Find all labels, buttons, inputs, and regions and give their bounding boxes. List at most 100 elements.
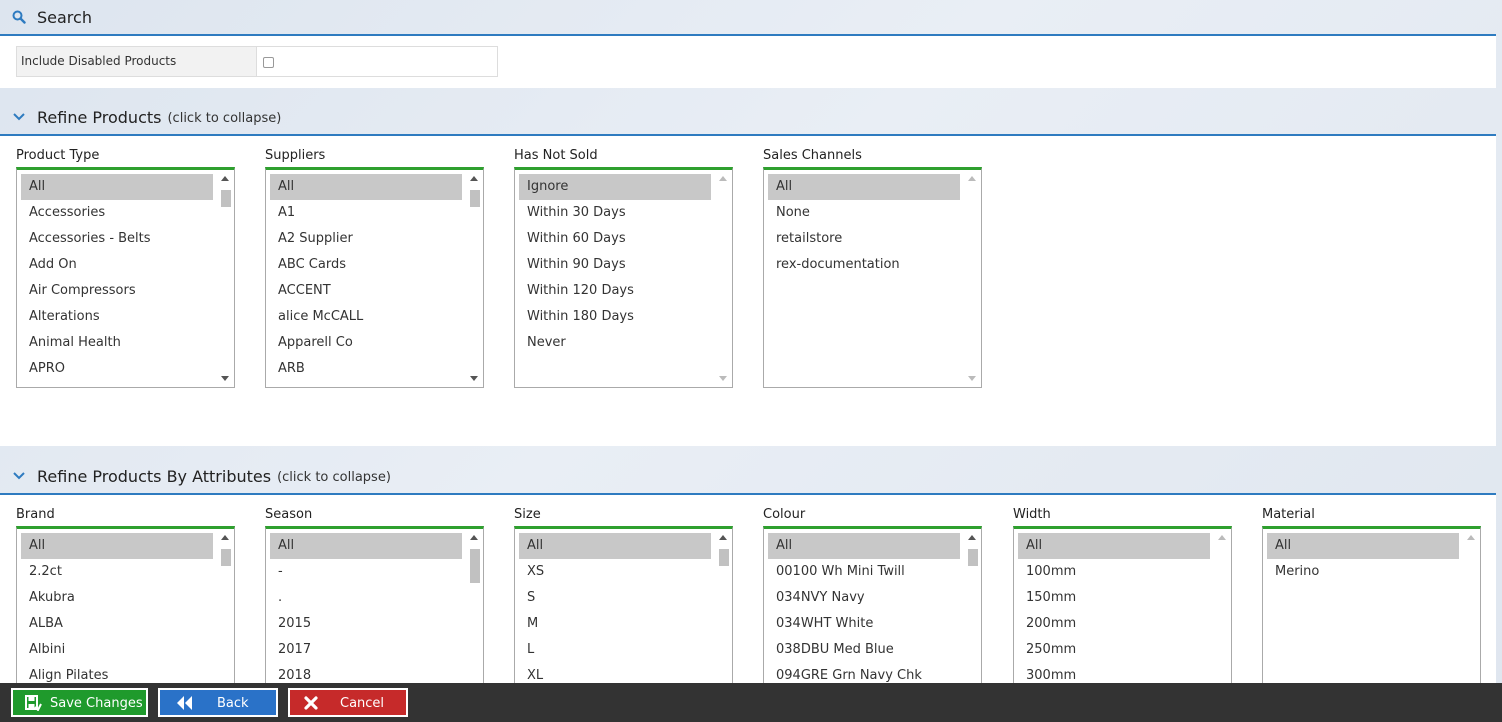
scroll-up-icon[interactable] [968, 176, 976, 181]
scrollbar[interactable] [218, 172, 232, 385]
list-item[interactable]: All [1267, 533, 1459, 559]
list-item[interactable]: Akubra [21, 585, 213, 611]
list-item[interactable]: rex-documentation [768, 252, 960, 278]
has-not-sold-listbox[interactable]: Ignore Within 30 Days Within 60 Days Wit… [514, 167, 733, 388]
list-item[interactable]: 150mm [1018, 585, 1210, 611]
scroll-up-icon[interactable] [221, 535, 229, 540]
scrollbar[interactable] [467, 172, 481, 385]
list-item[interactable]: 250mm [1018, 637, 1210, 663]
scroll-up-icon[interactable] [968, 535, 976, 540]
scrollbar[interactable] [1464, 531, 1478, 703]
refine-attributes-header[interactable]: Refine Products By Attributes (click to … [0, 459, 1496, 495]
scrollbar-thumb[interactable] [221, 549, 231, 566]
save-changes-button[interactable]: Save Changes [11, 688, 148, 717]
list-item[interactable]: Add On [21, 252, 213, 278]
list-item[interactable]: . [270, 585, 462, 611]
scrollbar-thumb[interactable] [470, 549, 480, 583]
refine-products-header[interactable]: Refine Products (click to collapse) [0, 100, 1496, 136]
list-item[interactable]: Within 180 Days [519, 304, 711, 330]
season-listbox[interactable]: All - . 2015 2017 2018 [265, 526, 484, 706]
list-item[interactable]: ARB [270, 356, 462, 382]
list-item[interactable]: 038DBU Med Blue [768, 637, 960, 663]
list-item[interactable]: Within 90 Days [519, 252, 711, 278]
scrollbar[interactable] [716, 531, 730, 703]
list-item[interactable]: 034NVY Navy [768, 585, 960, 611]
scroll-down-icon[interactable] [221, 376, 229, 381]
scroll-up-icon[interactable] [470, 535, 478, 540]
scroll-up-icon[interactable] [719, 535, 727, 540]
scroll-up-icon[interactable] [719, 176, 727, 181]
scrollbar-thumb[interactable] [221, 190, 231, 207]
brand-listbox[interactable]: All 2.2ct Akubra ALBA Albini Align Pilat… [16, 526, 235, 706]
scroll-up-icon[interactable] [1467, 535, 1475, 540]
list-item[interactable]: All [21, 174, 213, 200]
colour-listbox[interactable]: All 00100 Wh Mini Twill 034NVY Navy 034W… [763, 526, 982, 706]
list-item[interactable]: alice McCALL [270, 304, 462, 330]
include-disabled-checkbox[interactable] [263, 57, 274, 68]
scroll-up-icon[interactable] [1218, 535, 1226, 540]
scrollbar[interactable] [965, 172, 979, 385]
scroll-up-icon[interactable] [221, 176, 229, 181]
list-item[interactable]: Albini [21, 637, 213, 663]
list-item[interactable]: XS [519, 559, 711, 585]
list-item[interactable]: Within 30 Days [519, 200, 711, 226]
list-item[interactable]: All [1018, 533, 1210, 559]
list-item[interactable]: Merino [1267, 559, 1459, 585]
scroll-up-icon[interactable] [470, 176, 478, 181]
list-item[interactable]: A1 [270, 200, 462, 226]
list-item[interactable]: L [519, 637, 711, 663]
list-item[interactable]: ABC Cards [270, 252, 462, 278]
list-item[interactable]: Never [519, 330, 711, 356]
list-item[interactable]: A2 Supplier [270, 226, 462, 252]
list-item[interactable]: ACCENT [270, 278, 462, 304]
list-item[interactable]: All [21, 533, 213, 559]
scroll-down-icon[interactable] [470, 376, 478, 381]
list-item[interactable]: 100mm [1018, 559, 1210, 585]
scrollbar[interactable] [965, 531, 979, 703]
scrollbar-thumb[interactable] [719, 549, 729, 566]
list-item[interactable]: 00100 Wh Mini Twill [768, 559, 960, 585]
list-item[interactable]: None [768, 200, 960, 226]
list-item[interactable]: 2.2ct [21, 559, 213, 585]
back-button[interactable]: Back [158, 688, 278, 717]
scrollbar[interactable] [1215, 531, 1229, 703]
material-listbox[interactable]: All Merino [1262, 526, 1481, 706]
list-item[interactable]: 2017 [270, 637, 462, 663]
list-item[interactable]: Within 60 Days [519, 226, 711, 252]
list-item[interactable]: All [768, 533, 960, 559]
list-item[interactable]: Ignore [519, 174, 711, 200]
list-item[interactable]: 034WHT White [768, 611, 960, 637]
list-item[interactable]: Animal Health [21, 330, 213, 356]
scrollbar-thumb[interactable] [968, 549, 978, 566]
list-item[interactable]: S [519, 585, 711, 611]
product-type-listbox[interactable]: All Accessories Accessories - Belts Add … [16, 167, 235, 388]
width-listbox[interactable]: All 100mm 150mm 200mm 250mm 300mm [1013, 526, 1232, 706]
scrollbar-thumb[interactable] [470, 190, 480, 207]
suppliers-listbox[interactable]: All A1 A2 Supplier ABC Cards ACCENT alic… [265, 167, 484, 388]
sales-channels-listbox[interactable]: All None retailstore rex-documentation [763, 167, 982, 388]
list-item[interactable]: Accessories - Belts [21, 226, 213, 252]
scroll-down-icon[interactable] [968, 376, 976, 381]
list-item[interactable]: M [519, 611, 711, 637]
size-listbox[interactable]: All XS S M L XL [514, 526, 733, 706]
list-item[interactable]: Alterations [21, 304, 213, 330]
list-item[interactable]: 2015 [270, 611, 462, 637]
list-item[interactable]: Within 120 Days [519, 278, 711, 304]
list-item[interactable]: All [270, 533, 462, 559]
list-item[interactable]: ALBA [21, 611, 213, 637]
cancel-button[interactable]: Cancel [288, 688, 408, 717]
list-item[interactable]: All [519, 533, 711, 559]
list-item[interactable]: - [270, 559, 462, 585]
list-item[interactable]: Apparell Co [270, 330, 462, 356]
scrollbar[interactable] [218, 531, 232, 703]
list-item[interactable]: All [768, 174, 960, 200]
list-item[interactable]: All [270, 174, 462, 200]
scrollbar[interactable] [716, 172, 730, 385]
list-item[interactable]: 200mm [1018, 611, 1210, 637]
scroll-down-icon[interactable] [719, 376, 727, 381]
scrollbar[interactable] [467, 531, 481, 703]
list-item[interactable]: APRO [21, 356, 213, 382]
list-item[interactable]: retailstore [768, 226, 960, 252]
list-item[interactable]: Accessories [21, 200, 213, 226]
list-item[interactable]: Air Compressors [21, 278, 213, 304]
